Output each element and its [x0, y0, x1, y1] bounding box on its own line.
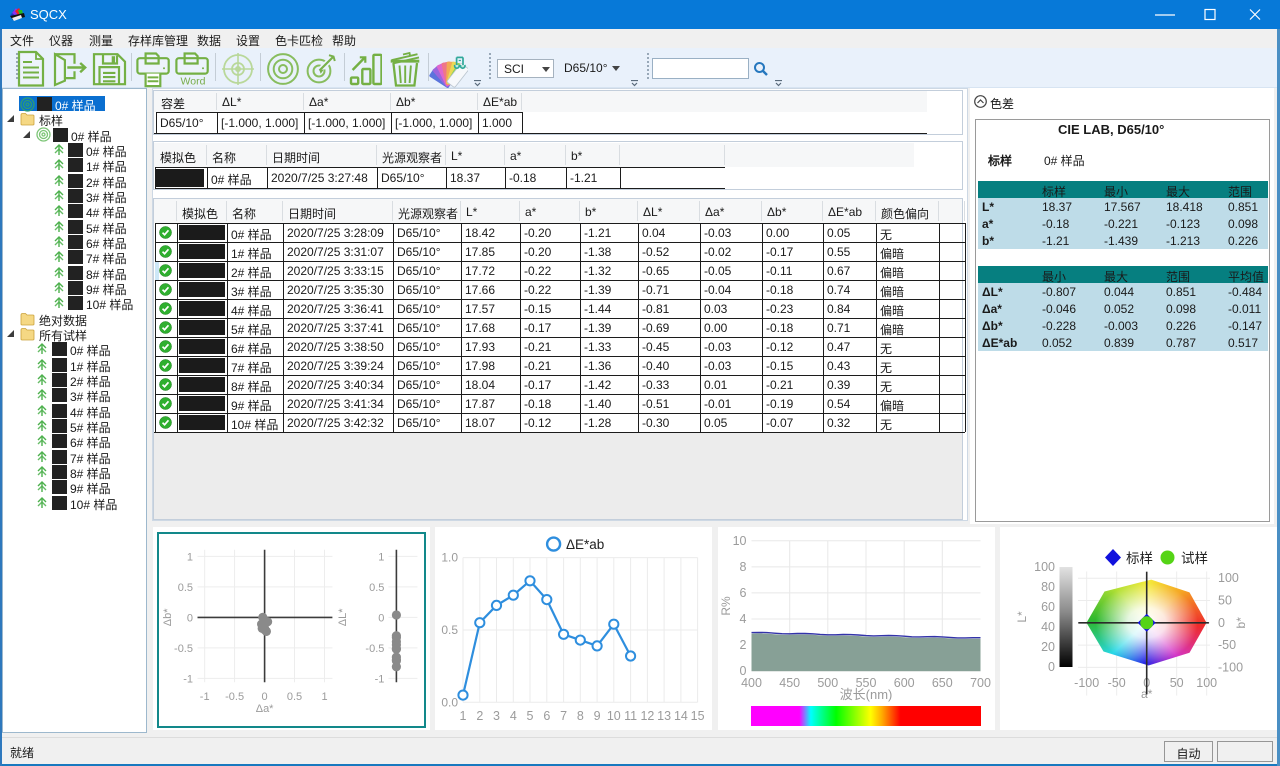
svg-text:0: 0: [262, 691, 268, 703]
svg-text:-0.5: -0.5: [365, 643, 384, 655]
svg-text:波长(nm): 波长(nm): [840, 687, 893, 702]
svg-text:0.5: 0.5: [369, 582, 384, 594]
svg-text:R%: R%: [719, 596, 733, 616]
svg-text:1: 1: [321, 691, 327, 703]
svg-text:5: 5: [527, 709, 534, 723]
svg-text:0.0: 0.0: [441, 695, 458, 709]
svg-text:700: 700: [970, 676, 991, 690]
svg-text:ΔL*: ΔL*: [337, 608, 349, 626]
svg-text:8: 8: [577, 709, 584, 723]
svg-text:650: 650: [932, 676, 953, 690]
svg-text:13: 13: [657, 709, 671, 723]
svg-text:10: 10: [733, 534, 747, 548]
svg-text:4: 4: [510, 709, 517, 723]
svg-text:ΔE*ab: ΔE*ab: [566, 537, 604, 552]
svg-text:3: 3: [493, 709, 500, 723]
svg-text:400: 400: [741, 676, 762, 690]
svg-text:1: 1: [187, 551, 193, 563]
svg-text:-1: -1: [183, 673, 193, 685]
svg-text:1: 1: [460, 709, 467, 723]
svg-text:1.0: 1.0: [441, 551, 458, 565]
svg-text:-0.5: -0.5: [225, 691, 244, 703]
svg-text:600: 600: [894, 676, 915, 690]
svg-text:450: 450: [779, 676, 800, 690]
svg-text:0: 0: [378, 612, 384, 624]
svg-text:Δb*: Δb*: [162, 608, 174, 626]
svg-text:11: 11: [624, 709, 637, 723]
svg-text:10: 10: [607, 709, 621, 723]
svg-text:-1: -1: [200, 691, 210, 703]
svg-text:-0.5: -0.5: [174, 643, 193, 655]
svg-text:14: 14: [674, 709, 688, 723]
svg-text:1: 1: [378, 551, 384, 563]
svg-text:2: 2: [476, 709, 483, 723]
svg-text:6: 6: [543, 709, 550, 723]
svg-text:0.5: 0.5: [441, 623, 458, 637]
svg-text:8: 8: [740, 560, 747, 574]
svg-text:12: 12: [640, 709, 654, 723]
svg-text:15: 15: [691, 709, 705, 723]
svg-text:0.5: 0.5: [178, 582, 193, 594]
svg-text:2: 2: [740, 638, 747, 652]
svg-text:Word: Word: [181, 76, 206, 88]
svg-text:-1: -1: [375, 673, 385, 685]
svg-text:9: 9: [594, 709, 601, 723]
svg-text:Δa*: Δa*: [256, 703, 274, 715]
svg-text:0.5: 0.5: [287, 691, 302, 703]
svg-text:7: 7: [560, 709, 567, 723]
svg-text:0: 0: [187, 612, 193, 624]
svg-text:500: 500: [817, 676, 838, 690]
svg-text:6: 6: [740, 586, 747, 600]
svg-text:4: 4: [740, 612, 747, 626]
